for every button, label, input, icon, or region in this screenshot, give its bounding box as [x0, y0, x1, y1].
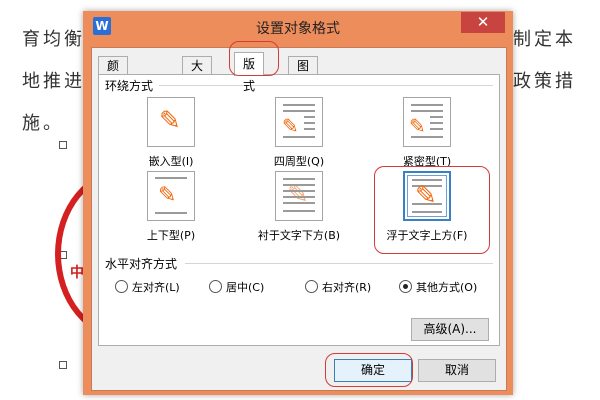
cancel-button[interactable]: 取消: [418, 359, 496, 382]
radio-label: 左对齐(L): [132, 281, 180, 294]
radio-label: 右对齐(R): [322, 281, 372, 294]
inline-thumbnail: ✎: [147, 97, 195, 147]
wrap-option-behind-text[interactable]: ✎ 衬于文字下方(B): [239, 171, 359, 243]
annotation-ok-button: [325, 353, 413, 387]
picture-icon: ✎: [409, 114, 426, 138]
behind-text-thumbnail: ✎: [275, 171, 323, 221]
close-button[interactable]: ✕: [461, 12, 505, 33]
wrap-option-label: 四周型(Q): [273, 155, 325, 168]
top-bottom-thumbnail: ✎: [147, 171, 195, 221]
radio-checked-icon: [399, 280, 412, 293]
align-left-radio[interactable]: 左对齐(L): [115, 279, 180, 295]
wrap-option-label: 衬于文字下方(B): [257, 229, 341, 242]
radio-label: 居中(C): [226, 281, 265, 294]
radio-icon: [305, 280, 318, 293]
align-right-radio[interactable]: 右对齐(R): [305, 279, 371, 295]
align-radio-group: 左对齐(L) 居中(C) 右对齐(R) 其他方式(O): [99, 279, 499, 299]
advanced-button[interactable]: 高级(A)...: [411, 318, 489, 341]
document-line-1-left: 育均衡: [22, 29, 85, 50]
document-line-1-right: 制定本: [513, 29, 576, 50]
tab-size[interactable]: 大小: [182, 56, 213, 91]
wrap-option-inline[interactable]: ✎ 嵌入型(I): [111, 97, 231, 169]
dialog-titlebar[interactable]: W 设置对象格式 ✕: [83, 11, 513, 41]
picture-icon: ✎: [158, 183, 177, 208]
tight-thumbnail: ✎: [403, 97, 451, 147]
group-divider: [185, 263, 493, 264]
wrap-option-label: 上下型(P): [146, 229, 196, 242]
radio-icon: [115, 280, 128, 293]
radio-label: 其他方式(O): [416, 281, 478, 294]
square-thumbnail: ✎: [275, 97, 323, 147]
document-line-3: 施。: [22, 113, 64, 134]
close-icon: ✕: [476, 13, 490, 31]
tab-colors-lines[interactable]: 颜色与线条: [98, 56, 129, 145]
group-divider: [159, 85, 493, 86]
document-line-2-right: 政策措: [513, 71, 576, 92]
picture-icon: ✎: [282, 114, 299, 138]
wrap-group-label: 环绕方式: [105, 77, 158, 94]
wrap-option-top-bottom[interactable]: ✎ 上下型(P): [111, 171, 231, 243]
selection-handle[interactable]: [59, 141, 67, 149]
radio-icon: [209, 280, 222, 293]
picture-icon: ✎: [159, 106, 181, 136]
tab-picture[interactable]: 图片: [288, 56, 319, 91]
align-group-label: 水平对齐方式: [105, 255, 182, 272]
dialog-title: 设置对象格式: [256, 21, 340, 37]
wrap-option-label: 嵌入型(I): [148, 155, 194, 168]
annotation-layout-tab: [229, 41, 279, 76]
stamp-text: 中: [70, 265, 84, 281]
selection-handle[interactable]: [59, 361, 67, 369]
document-line-2-left: 地推进: [22, 71, 85, 92]
wrap-option-square[interactable]: ✎ 四周型(Q): [239, 97, 359, 169]
annotation-in-front-option: [374, 166, 490, 254]
align-other-radio[interactable]: 其他方式(O): [399, 279, 477, 295]
align-center-radio[interactable]: 居中(C): [209, 279, 264, 295]
wrap-option-tight[interactable]: ✎ 紧密型(T): [367, 97, 487, 169]
